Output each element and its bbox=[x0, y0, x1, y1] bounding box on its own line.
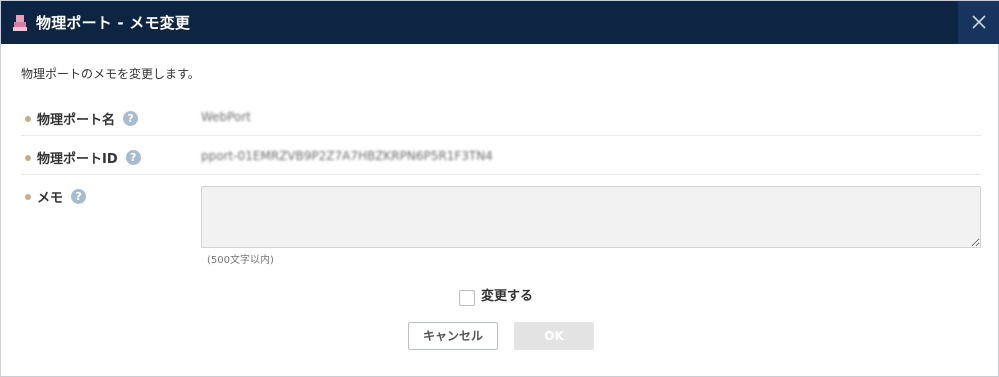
field-label-port-id: 物理ポートID ? bbox=[25, 148, 141, 167]
bullet-icon bbox=[25, 115, 31, 122]
dialog-description: 物理ポートのメモを変更します。 bbox=[21, 67, 200, 81]
field-label-port-name: 物理ポート名 ? bbox=[25, 109, 139, 128]
field-label-memo: メモ ? bbox=[25, 187, 87, 206]
bullet-icon bbox=[25, 193, 31, 200]
bullet-icon bbox=[25, 154, 31, 161]
ok-button[interactable]: OK bbox=[514, 322, 594, 350]
field-row-port-name: 物理ポート名 ? WebPort bbox=[21, 99, 981, 136]
memo-label: メモ bbox=[37, 191, 64, 206]
port-icon bbox=[13, 15, 27, 31]
cancel-button[interactable]: キャンセル bbox=[408, 322, 498, 350]
field-row-port-id: 物理ポートID ? pport-01EMRZVB9P2Z7A7HBZKRPN6P… bbox=[21, 137, 981, 175]
dialog-titlebar: 物理ポート - メモ変更 bbox=[1, 1, 999, 44]
field-row-memo: メモ ? (500文字以内) bbox=[21, 176, 981, 271]
port-id-value: pport-01EMRZVB9P2Z7A7HBZKRPN6P5R1F3TN4 bbox=[201, 149, 493, 163]
memo-edit-dialog: 物理ポート - メモ変更 物理ポートのメモを変更します。 物理ポート名 ? We… bbox=[0, 0, 999, 377]
help-icon[interactable]: ? bbox=[71, 189, 87, 204]
close-button[interactable] bbox=[958, 1, 999, 44]
close-icon bbox=[972, 15, 986, 29]
help-icon[interactable]: ? bbox=[125, 150, 141, 165]
port-name-value: WebPort bbox=[201, 110, 251, 124]
confirm-change-toggle[interactable]: 変更する bbox=[459, 282, 533, 306]
dialog-title: 物理ポート - メモ変更 bbox=[36, 14, 191, 32]
confirm-label: 変更する bbox=[481, 288, 534, 304]
memo-length-hint: (500文字以内) bbox=[207, 255, 274, 266]
confirm-checkbox[interactable] bbox=[459, 290, 475, 306]
port-id-label: 物理ポートID bbox=[37, 152, 118, 167]
help-icon[interactable]: ? bbox=[123, 111, 139, 126]
port-name-label: 物理ポート名 bbox=[37, 113, 116, 128]
memo-textarea[interactable] bbox=[201, 186, 981, 248]
